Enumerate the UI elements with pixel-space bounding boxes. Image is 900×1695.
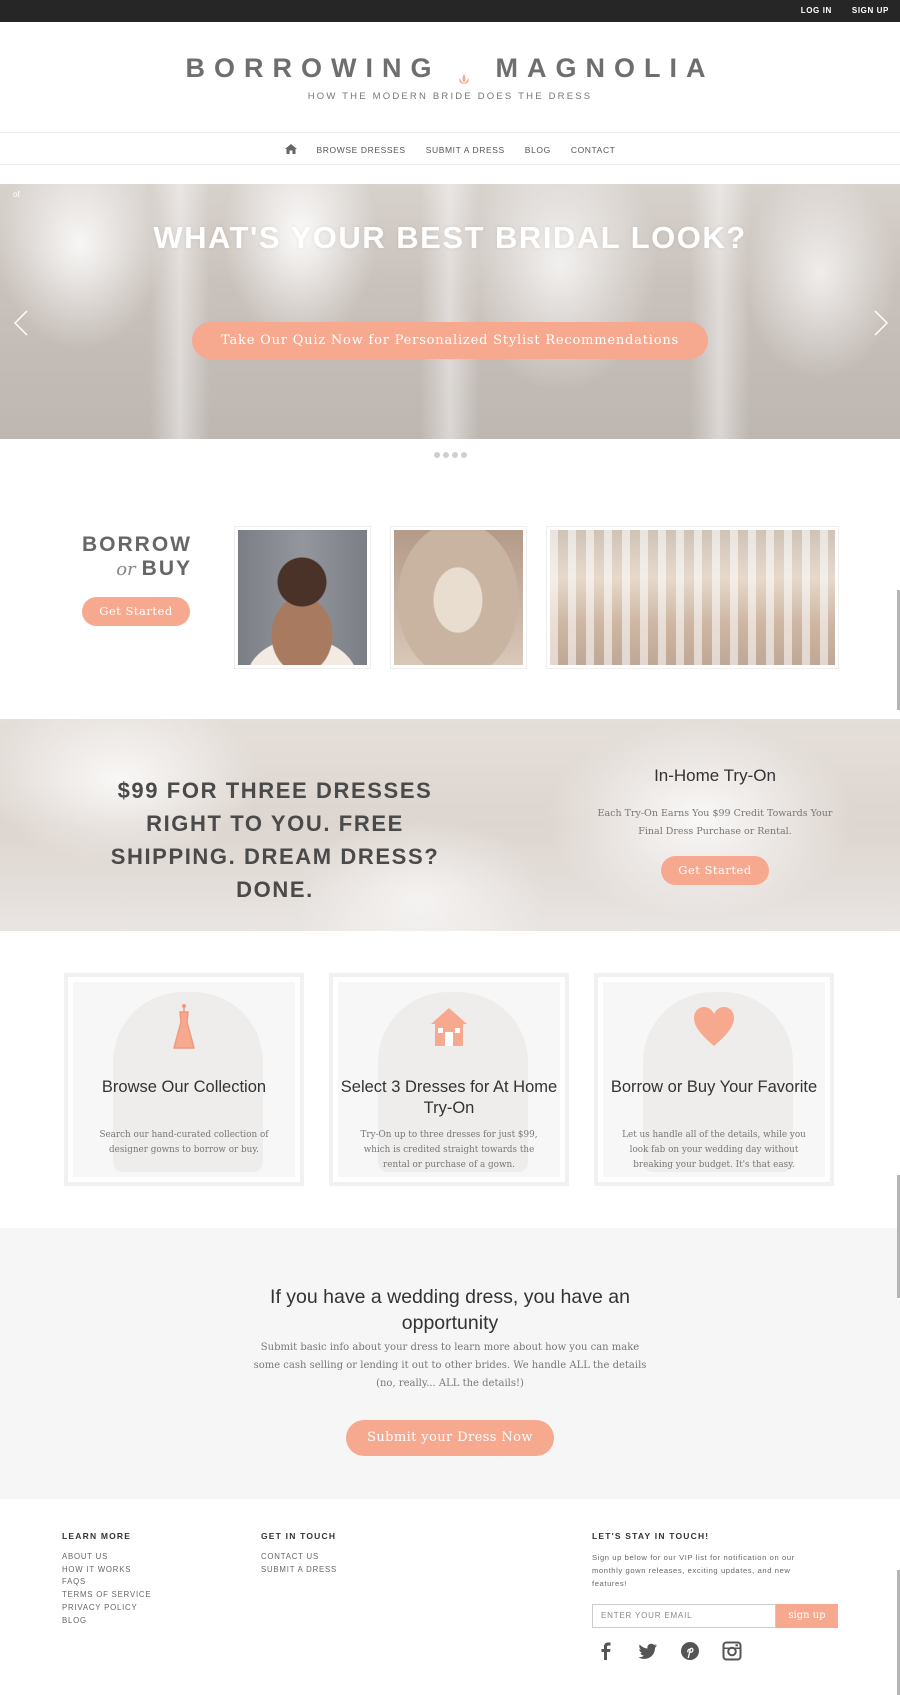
step-card-browse[interactable]: Browse Our Collection Search our hand-cu… <box>64 973 304 1186</box>
try-on-title: In-Home Try-On <box>654 766 776 785</box>
footer-heading: LEARN MORE <box>62 1531 132 1541</box>
step-card-try-on[interactable]: Select 3 Dresses for At Home Try-On Try-… <box>329 973 569 1186</box>
footer-link-blog[interactable]: BLOG <box>62 1615 151 1628</box>
house-icon <box>427 1002 471 1052</box>
social-links <box>596 1641 742 1661</box>
borrow-or-buy-heading: BORROW or BUY <box>82 533 192 581</box>
heart-icon <box>692 1002 736 1052</box>
featured-dress-thumb[interactable] <box>390 526 527 669</box>
footer-link-how-it-works[interactable]: HOW IT WORKS <box>62 1564 151 1577</box>
chevron-right-icon[interactable] <box>874 310 889 336</box>
submit-dress-button[interactable]: Submit your Dress Now <box>346 1420 554 1456</box>
logo-name-right: MAGNOLIA <box>495 53 715 83</box>
promo-headline: $99 FOR THREE DRESSES RIGHT TO YOU. FREE… <box>110 778 440 902</box>
nav-submit-a-dress[interactable]: SUBMIT A DRESS <box>426 142 505 158</box>
try-on-get-started-button[interactable]: Get Started <box>661 856 769 885</box>
slider-dot[interactable] <box>460 452 467 458</box>
login-link[interactable]: LOG IN <box>801 6 832 15</box>
newsletter-signup-button[interactable]: sign up <box>776 1604 838 1628</box>
step-card-inner: Browse Our Collection Search our hand-cu… <box>73 982 295 1177</box>
step-description: Search our hand-curated collection of de… <box>99 1130 269 1155</box>
facebook-icon[interactable] <box>596 1641 616 1661</box>
nav-blog[interactable]: BLOG <box>525 142 551 158</box>
account-links: LOG IN SIGN UP <box>801 6 889 15</box>
try-on-banner: $99 FOR THREE DRESSES RIGHT TO YOU. FREE… <box>0 719 900 931</box>
nav-home[interactable] <box>284 141 297 159</box>
footer-stay-in-touch: LET'S STAY IN TOUCH! Sign up below for o… <box>592 1531 822 1590</box>
lace-back-photo <box>394 530 523 665</box>
slider-dot[interactable] <box>433 452 440 458</box>
footer-heading: GET IN TOUCH <box>261 1531 337 1541</box>
slider-dot[interactable] <box>451 452 458 458</box>
top-bar: LOG IN SIGN UP <box>0 0 900 22</box>
email-input[interactable]: ENTER YOUR EMAIL <box>592 1604 776 1628</box>
main-nav: BROWSE DRESSES SUBMIT A DRESS BLOG CONTA… <box>0 132 900 165</box>
footer-link-contact-us[interactable]: CONTACT US <box>261 1551 337 1564</box>
newsletter-description: Sign up below for our VIP list for notif… <box>592 1553 795 1588</box>
slider-dots <box>0 452 900 458</box>
pinterest-icon[interactable] <box>680 1641 700 1661</box>
hero-corner-text: of <box>13 190 20 199</box>
footer-link-privacy[interactable]: PRIVACY POLICY <box>62 1602 151 1615</box>
dress-icon <box>162 1002 206 1052</box>
twitter-icon[interactable] <box>638 1641 658 1661</box>
slider-dot[interactable] <box>442 452 449 458</box>
fringe-detail-photo <box>550 530 835 665</box>
site-logo[interactable]: BORROWING MAGNOLIA <box>0 53 900 84</box>
step-title: Borrow or Buy Your Favorite <box>610 1078 818 1096</box>
instagram-icon[interactable] <box>722 1641 742 1661</box>
step-card-inner: Select 3 Dresses for At Home Try-On Try-… <box>338 982 560 1177</box>
footer-link-about-us[interactable]: ABOUT US <box>62 1551 151 1564</box>
signup-link[interactable]: SIGN UP <box>852 6 889 15</box>
step-description: Try-On up to three dresses for just $99,… <box>360 1130 538 1170</box>
chevron-left-icon[interactable] <box>13 310 28 336</box>
footer-heading: LET'S STAY IN TOUCH! <box>592 1531 710 1541</box>
hero-title: WHAT'S YOUR BEST BRIDAL LOOK? <box>153 220 747 255</box>
step-card-inner: Borrow or Buy Your Favorite Let us handl… <box>603 982 825 1177</box>
home-icon <box>284 144 297 154</box>
step-description: Let us handle all of the details, while … <box>622 1130 806 1170</box>
try-on-description: Each Try-On Earns You $99 Credit Towards… <box>597 808 833 837</box>
buy-line: or BUY <box>82 557 192 581</box>
step-title: Select 3 Dresses for At Home Try-On <box>340 1078 558 1117</box>
nav-contact[interactable]: CONTACT <box>571 142 616 158</box>
footer-link-submit-dress[interactable]: SUBMIT A DRESS <box>261 1564 337 1577</box>
submit-title: If you have a wedding dress, you have an… <box>270 1286 630 1334</box>
submit-dress-section: If you have a wedding dress, you have an… <box>0 1228 900 1499</box>
or-text: or <box>116 559 136 580</box>
footer-link-faqs[interactable]: FAQS <box>62 1576 151 1589</box>
site-header: BORROWING MAGNOLIA HOW THE MODERN BRIDE … <box>0 22 900 132</box>
bride-photo <box>238 530 367 665</box>
newsletter-form: ENTER YOUR EMAIL sign up <box>592 1604 838 1628</box>
footer-get-in-touch: GET IN TOUCH CONTACT US SUBMIT A DRESS <box>261 1531 337 1576</box>
step-card-borrow-buy[interactable]: Borrow or Buy Your Favorite Let us handl… <box>594 973 834 1186</box>
logo-name-left: BORROWING <box>185 53 441 83</box>
footer-learn-more: LEARN MORE ABOUT US HOW IT WORKS FAQS TE… <box>62 1531 151 1627</box>
buy-text: BUY <box>141 557 192 580</box>
featured-dress-thumb[interactable] <box>234 526 371 669</box>
site-footer: LEARN MORE ABOUT US HOW IT WORKS FAQS TE… <box>0 1499 900 1695</box>
nav-browse-dresses[interactable]: BROWSE DRESSES <box>317 142 406 158</box>
footer-link-terms[interactable]: TERMS OF SERVICE <box>62 1589 151 1602</box>
hero-slider: of WHAT'S YOUR BEST BRIDAL LOOK? Take Ou… <box>0 184 900 439</box>
featured-dress-thumb[interactable] <box>546 526 839 669</box>
step-title: Browse Our Collection <box>101 1078 267 1096</box>
tagline: HOW THE MODERN BRIDE DOES THE DRESS <box>307 91 593 102</box>
borrow-text: BORROW <box>82 533 192 556</box>
borrow-get-started-button[interactable]: Get Started <box>82 597 190 626</box>
magnolia-icon <box>457 63 471 84</box>
submit-description: Submit basic info about your dress to le… <box>253 1342 647 1389</box>
take-quiz-button[interactable]: Take Our Quiz Now for Personalized Styli… <box>192 322 708 359</box>
